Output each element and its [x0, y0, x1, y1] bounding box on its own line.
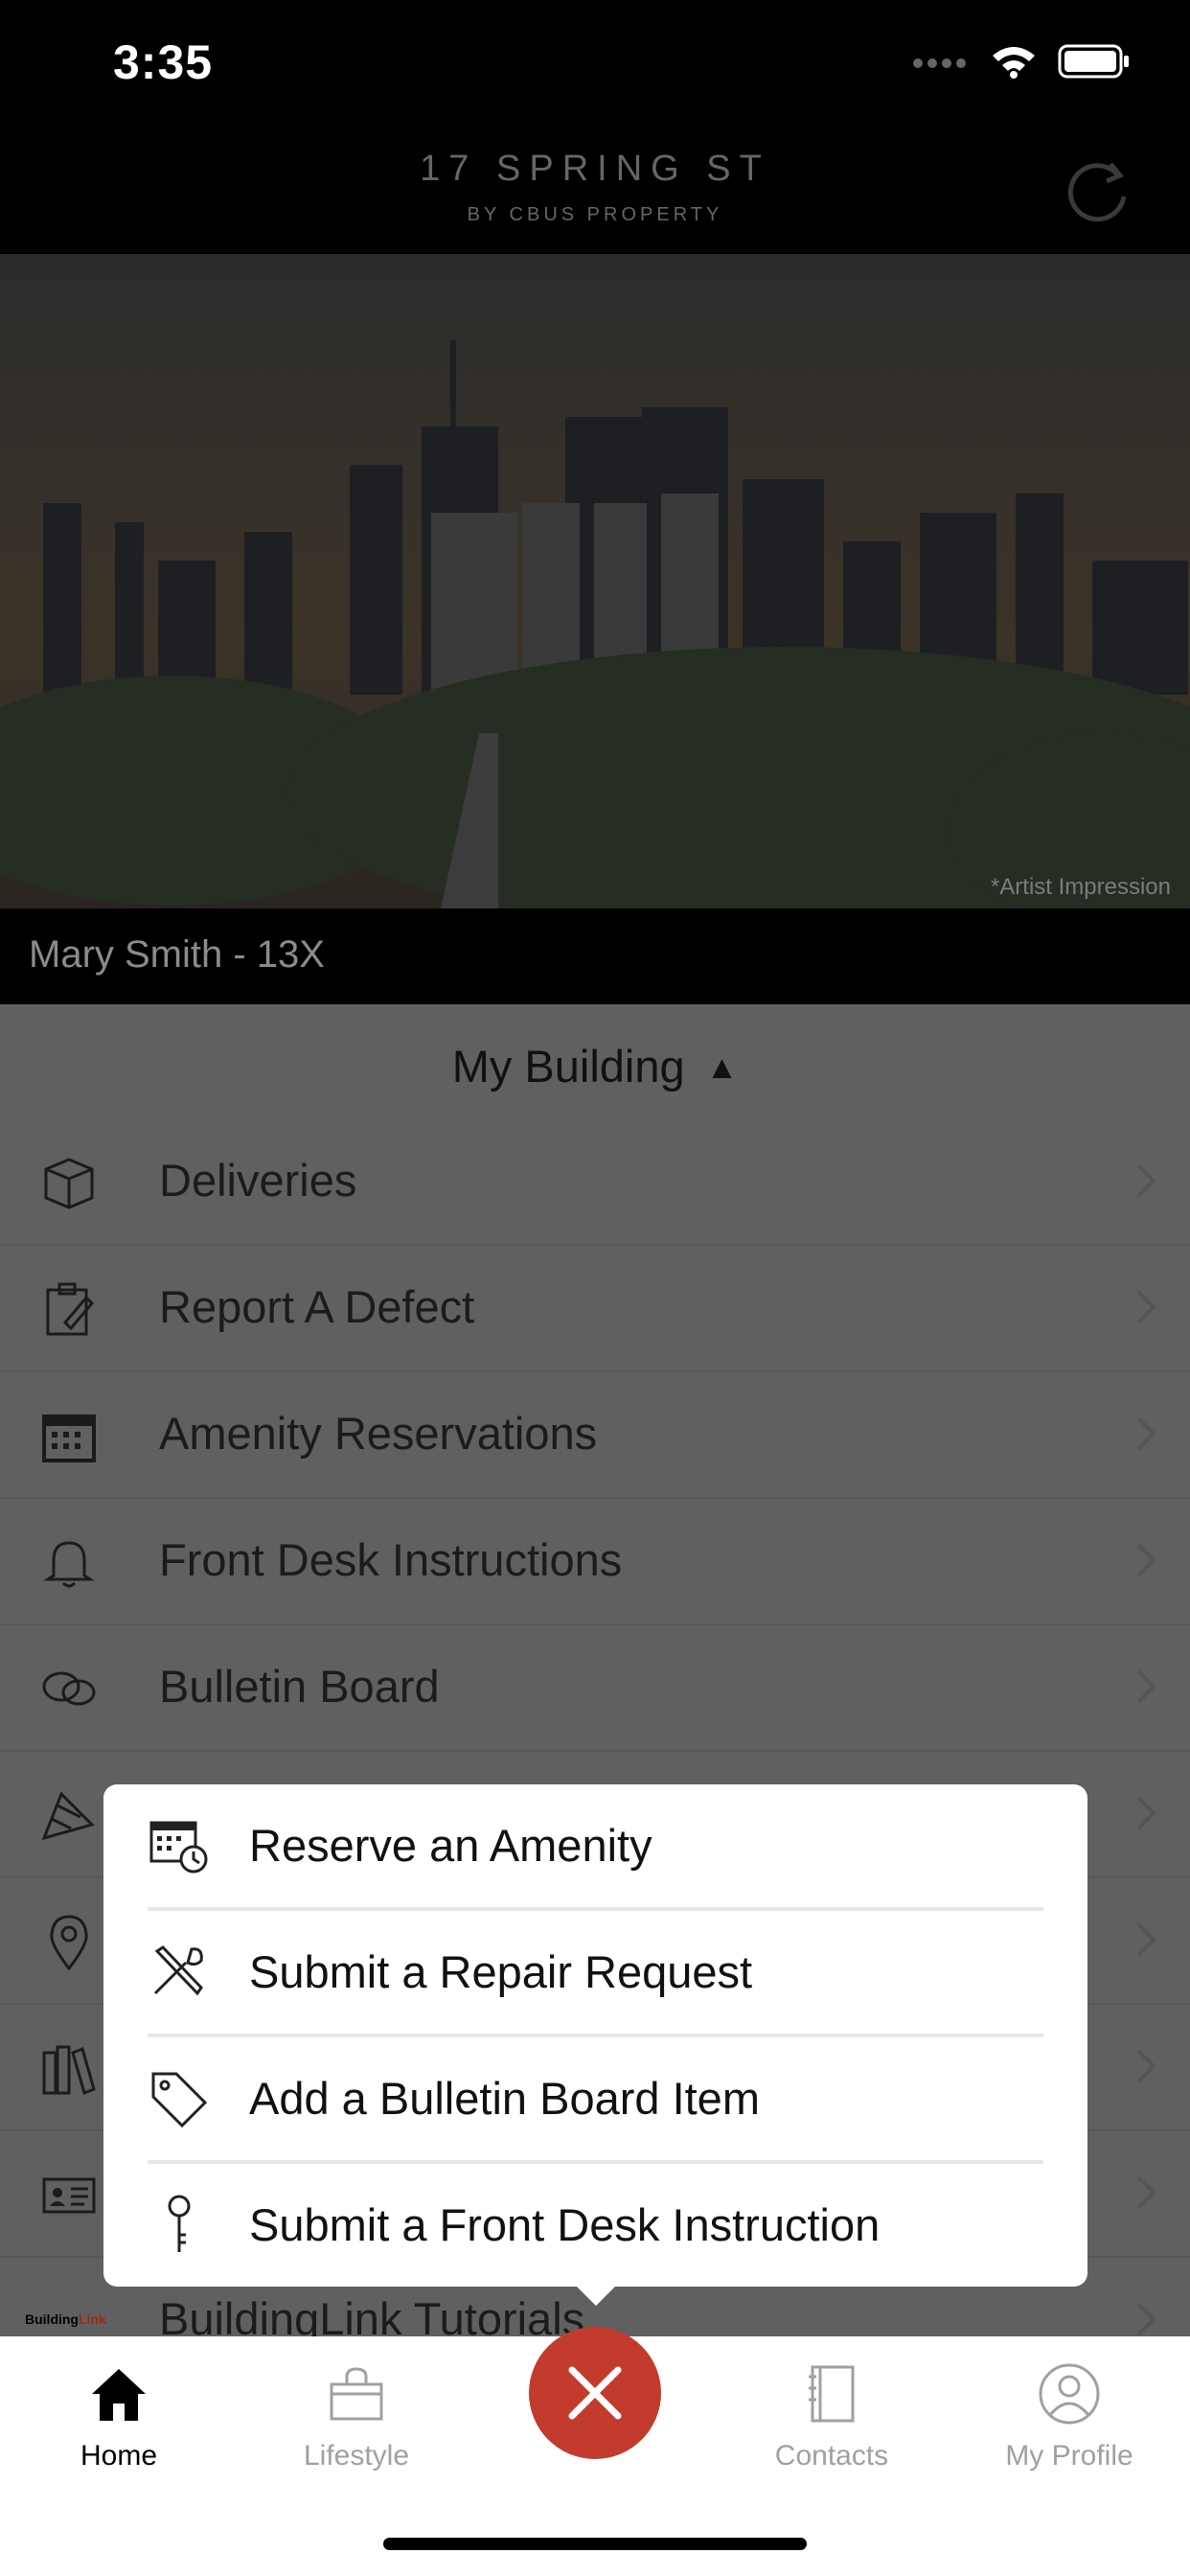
home-icon — [92, 2369, 146, 2421]
popup-item-front-desk-instruction[interactable]: Submit a Front Desk Instruction — [148, 2164, 1043, 2290]
brand-title: 17 SPRING ST — [420, 149, 770, 189]
chevron-right-icon — [1136, 1796, 1156, 1830]
menu-item-bulletin-board[interactable]: Bulletin Board — [0, 1625, 1190, 1752]
calendar-clock-icon — [149, 1821, 208, 1874]
user-profile-icon — [1039, 2363, 1100, 2425]
hero-image: *Artist Impression — [0, 254, 1190, 908]
close-icon — [568, 2366, 622, 2420]
menu-item-label: Amenity Reservations — [159, 1408, 598, 1459]
chevron-right-icon — [1136, 1669, 1156, 1704]
popup-item-label: Submit a Front Desk Instruction — [249, 2199, 881, 2250]
tab-contacts[interactable]: Contacts — [731, 2354, 932, 2472]
hero-caption: *Artist Impression — [990, 874, 1171, 900]
status-bar: 3:35 — [0, 0, 1190, 129]
quick-actions-popup: Reserve an Amenity Submit a Repair Reque… — [103, 1784, 1087, 2287]
chat-bubbles-icon — [42, 1671, 96, 1706]
chevron-right-icon — [1136, 2302, 1156, 2336]
tools-icon — [153, 1945, 203, 1996]
tag-icon — [151, 2072, 208, 2128]
party-icon — [41, 1791, 95, 1841]
library-books-icon — [42, 2045, 96, 2096]
popup-item-label: Submit a Repair Request — [249, 1946, 753, 1997]
collapse-arrow-icon: ▲ — [705, 1049, 739, 1086]
location-pin-icon — [50, 1915, 88, 1970]
menu-item-label: Deliveries — [159, 1155, 357, 1206]
brand-subtitle: BY CBUS PROPERTY — [467, 204, 723, 225]
chevron-right-icon — [1136, 2175, 1156, 2210]
package-icon — [44, 1158, 94, 1209]
wifi-icon — [993, 47, 1035, 79]
clipboard-pencil-icon — [46, 1282, 95, 1336]
popup-item-label: Add a Bulletin Board Item — [249, 2073, 760, 2124]
popup-item-repair-request[interactable]: Submit a Repair Request — [148, 1911, 1043, 2037]
resident-bar: Mary Smith - 13X — [0, 908, 1190, 1004]
status-time: 3:35 — [113, 35, 214, 89]
chevron-right-icon — [1136, 1416, 1156, 1451]
menu-item-label: Front Desk Instructions — [159, 1534, 623, 1585]
id-card-icon — [42, 2177, 96, 2214]
section-title: My Building — [451, 1041, 685, 1092]
tab-my-profile[interactable]: My Profile — [969, 2354, 1170, 2472]
tab-label: Home — [80, 2440, 158, 2472]
home-indicator — [383, 2538, 807, 2550]
menu-item-front-desk-instructions[interactable]: Front Desk Instructions — [0, 1499, 1190, 1625]
menu-item-label: Bulletin Board — [159, 1661, 440, 1712]
tab-lifestyle[interactable]: Lifestyle — [256, 2354, 457, 2472]
chevron-right-icon — [1136, 1290, 1156, 1324]
signal-icon — [913, 58, 966, 68]
resident-name: Mary Smith - 13X — [29, 933, 325, 976]
menu-item-report-defect[interactable]: Report A Defect — [0, 1246, 1190, 1372]
calendar-icon — [42, 1414, 96, 1462]
refresh-icon[interactable] — [1061, 154, 1137, 231]
chevron-right-icon — [1136, 2049, 1156, 2083]
tab-label: Contacts — [774, 2440, 889, 2472]
tab-home[interactable]: Home — [18, 2354, 219, 2472]
buildinglink-logo: BuildingLink — [25, 2312, 106, 2327]
chevron-right-icon — [1136, 1543, 1156, 1577]
battery-icon — [1058, 44, 1129, 79]
close-actions-button[interactable] — [529, 2327, 661, 2459]
tab-label: Lifestyle — [303, 2440, 410, 2472]
address-book-icon — [809, 2365, 855, 2423]
shopping-bag-icon — [330, 2367, 383, 2421]
menu-item-label: Report A Defect — [159, 1281, 475, 1332]
chevron-right-icon — [1136, 1922, 1156, 1957]
popup-item-reserve-amenity[interactable]: Reserve an Amenity — [148, 1784, 1043, 1911]
popup-pointer — [571, 2281, 621, 2306]
my-building-toggle[interactable]: My Building ▲ — [0, 1040, 1190, 1092]
menu-item-amenity-reservations[interactable]: Amenity Reservations — [0, 1372, 1190, 1499]
chevron-right-icon — [1136, 1163, 1156, 1198]
menu-item-deliveries[interactable]: Deliveries — [0, 1119, 1190, 1246]
tab-label: My Profile — [1005, 2440, 1133, 2472]
status-icons — [912, 44, 1131, 79]
bell-icon — [43, 1541, 95, 1588]
city-skyline-image — [0, 254, 1190, 908]
key-icon — [168, 2195, 191, 2252]
popup-item-label: Reserve an Amenity — [249, 1820, 652, 1871]
app-header: 17 SPRING ST BY CBUS PROPERTY — [0, 129, 1190, 254]
popup-item-bulletin-board-item[interactable]: Add a Bulletin Board Item — [148, 2037, 1043, 2164]
